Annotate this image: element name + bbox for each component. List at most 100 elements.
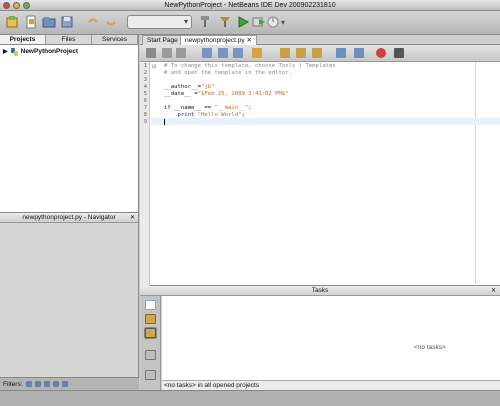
code-token: __author__	[164, 84, 198, 90]
line-number-gutter: 1 2 3 4 5 6 7 8 9	[140, 62, 150, 286]
toggle-highlight-icon[interactable]	[252, 48, 262, 58]
new-project-icon	[6, 16, 18, 28]
netbeans-window: NewPythonProject - NetBeans IDE Dev 2009…	[0, 0, 500, 406]
python-project-icon	[10, 47, 18, 56]
code-editor[interactable]: 1 2 3 4 5 6 7 8 9 ⊟ # To change this tem…	[140, 62, 500, 286]
next-bookmark-icon[interactable]	[312, 48, 322, 58]
tasks-status-prefix: <no tasks>	[164, 382, 196, 389]
fold-toggle-icon[interactable]: ⊟	[152, 64, 156, 70]
configuration-combo[interactable]	[127, 15, 192, 29]
filter-tasks-icon[interactable]	[145, 350, 156, 360]
code-token: "jb"	[201, 84, 215, 90]
tab-projects[interactable]: Projects	[0, 35, 46, 44]
code-line: if __name__ == "__main__":	[164, 105, 252, 112]
bookmark-icon[interactable]	[280, 48, 290, 58]
project-name: NewPythonProject	[20, 48, 79, 55]
tasks-status-suffix: in all opened projects	[195, 382, 260, 389]
find-previous-icon[interactable]	[218, 48, 228, 58]
run-icon	[238, 16, 250, 28]
tab-label: Start Page	[147, 37, 178, 44]
right-margin-line	[475, 62, 476, 286]
line-number: 6	[143, 98, 147, 104]
clean-build-button[interactable]	[217, 14, 233, 30]
stop-macro-icon[interactable]	[394, 48, 404, 58]
close-window-icon[interactable]	[3, 2, 10, 9]
tab-services[interactable]: Services	[92, 35, 138, 44]
minimize-window-icon[interactable]	[13, 2, 20, 9]
debug-button[interactable]	[251, 14, 267, 30]
previous-bookmark-icon[interactable]	[296, 48, 306, 58]
tasks-pane: Tasks ✕ <no tasks> <no tasks> in all ope…	[140, 286, 500, 390]
filter-icon[interactable]	[34, 381, 41, 387]
filters-label: Filters:	[3, 380, 23, 388]
clean-build-icon	[220, 17, 230, 27]
find-icon[interactable]	[202, 48, 212, 58]
project-tree-node[interactable]: ▶ NewPythonProject	[0, 47, 138, 56]
code-token: "__main__"	[214, 105, 249, 111]
shift-right-icon[interactable]	[354, 48, 364, 58]
line-number: 2	[143, 70, 147, 76]
record-macro-icon[interactable]	[376, 48, 386, 58]
code-token: __name__ ==	[170, 105, 215, 111]
line-number: 5	[143, 91, 147, 97]
filter-icon[interactable]	[25, 381, 32, 387]
tasks-header: Tasks ✕	[140, 286, 500, 296]
redo-button[interactable]	[103, 14, 119, 30]
code-line: # and open the template in the editor.	[164, 70, 292, 76]
code-token: "$Feb 25, 2009 3:41:02 PM$"	[197, 91, 289, 97]
navigator-filters: Filters:	[0, 377, 139, 390]
undo-button[interactable]	[85, 14, 101, 30]
shift-left-icon[interactable]	[336, 48, 346, 58]
title-bar: NewPythonProject - NetBeans IDE Dev 2009…	[0, 0, 500, 11]
projects-pane: Projects Files Services ▶ NewPythonProje…	[0, 35, 139, 212]
tab-newpythonproject[interactable]: newpythonproject.py ✕	[180, 35, 257, 45]
save-icon	[61, 16, 73, 28]
save-all-button[interactable]	[59, 14, 75, 30]
undo-icon	[88, 18, 98, 23]
filter-icon[interactable]	[61, 381, 68, 387]
code-line: # To change this template, choose Tools …	[164, 63, 336, 69]
group-tasks-icon[interactable]	[145, 370, 156, 380]
find-next-icon[interactable]	[233, 48, 243, 58]
line-number: 3	[143, 77, 147, 83]
tasks-list[interactable]: <no tasks>	[162, 296, 500, 380]
tab-files[interactable]: Files	[46, 35, 92, 44]
main-toolbar: ▾	[0, 11, 500, 35]
new-file-button[interactable]	[23, 14, 39, 30]
back-icon[interactable]	[162, 48, 172, 58]
line-number: 9	[143, 119, 147, 125]
navigator-header: newpythonproject.py - Navigator ✕	[0, 213, 138, 223]
new-project-button[interactable]	[4, 14, 20, 30]
status-bar	[0, 390, 500, 406]
expand-triangle-icon[interactable]: ▶	[3, 48, 8, 55]
source-history-icon[interactable]	[146, 48, 156, 58]
code-token: if	[164, 105, 171, 111]
editor-tabs: Start Page ✕ newpythonproject.py ✕	[140, 35, 500, 45]
profile-button[interactable]: ▾	[266, 15, 298, 29]
all-projects-scope-icon[interactable]	[145, 328, 156, 338]
profile-icon: ▾	[267, 16, 285, 28]
code-line: print "Hello World";	[164, 112, 245, 119]
code-token: :	[248, 105, 252, 111]
zoom-window-icon[interactable]	[23, 2, 30, 9]
forward-icon[interactable]	[176, 48, 186, 58]
open-project-button[interactable]	[41, 14, 57, 30]
code-token: "Hello World"	[197, 112, 242, 118]
build-button[interactable]	[197, 14, 213, 30]
filter-icon[interactable]	[52, 381, 59, 387]
project-scope-icon[interactable]	[145, 314, 156, 324]
code-token: __date__	[164, 91, 191, 97]
code-token: ;	[241, 112, 245, 118]
code-token: =	[190, 91, 198, 97]
code-line: __author__="jb"	[164, 84, 215, 91]
code-token: print	[164, 112, 195, 118]
close-icon[interactable]: ✕	[130, 213, 135, 223]
current-file-scope-icon[interactable]	[145, 300, 156, 310]
close-icon[interactable]: ✕	[246, 37, 251, 44]
run-button[interactable]	[235, 14, 251, 30]
tasks-title: Tasks	[311, 287, 329, 294]
code-line: __date__ ="$Feb 25, 2009 3:41:02 PM$"	[164, 91, 289, 98]
filter-icon[interactable]	[43, 381, 50, 387]
tasks-status-bar: <no tasks> in all opened projects	[162, 380, 500, 390]
close-icon[interactable]: ✕	[491, 286, 496, 296]
